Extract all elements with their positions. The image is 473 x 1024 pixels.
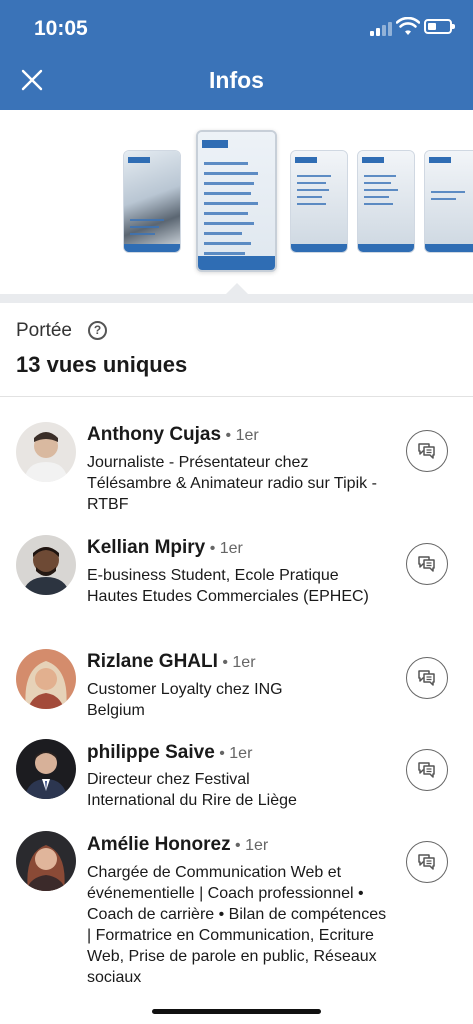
- viewer-name[interactable]: Anthony Cujas: [87, 424, 221, 445]
- viewer-row[interactable]: Rizlane GHALI • 1er Customer Loyalty che…: [0, 647, 473, 727]
- story-thumbnails-strip[interactable]: [0, 110, 473, 294]
- viewer-row[interactable]: Kellian Mpiry • 1er E-business Student, …: [0, 533, 473, 633]
- viewer-row[interactable]: Anthony Cujas • 1er Journaliste - Présen…: [0, 420, 473, 520]
- viewer-headline: Chargée de Communication Web et événemen…: [87, 864, 387, 986]
- avatar[interactable]: [16, 739, 76, 799]
- story-thumbnail-2-selected[interactable]: [196, 130, 277, 272]
- section-separator: [0, 294, 473, 303]
- message-button[interactable]: [406, 430, 448, 472]
- message-icon: [418, 443, 435, 459]
- viewer-headline: Journaliste - Présentateur chez Télésamb…: [87, 454, 377, 513]
- divider: [0, 396, 473, 397]
- message-button[interactable]: [406, 657, 448, 699]
- message-button[interactable]: [406, 841, 448, 883]
- viewer-headline: Directeur chez Festival International du…: [87, 771, 297, 809]
- avatar[interactable]: [16, 535, 76, 595]
- connection-degree: • 1er: [217, 654, 256, 671]
- viewer-name[interactable]: Kellian Mpiry: [87, 537, 205, 558]
- viewer-name-line: Rizlane GHALI • 1er: [87, 651, 256, 673]
- home-indicator[interactable]: [152, 1009, 321, 1014]
- battery-icon: [424, 19, 455, 34]
- viewer-name[interactable]: Amélie Honorez: [87, 834, 231, 855]
- connection-degree: • 1er: [205, 540, 243, 557]
- avatar[interactable]: [16, 422, 76, 482]
- connection-degree: • 1er: [221, 427, 259, 444]
- cellular-signal-icon: [370, 22, 392, 36]
- connection-degree: • 1er: [214, 745, 253, 762]
- help-icon[interactable]: ?: [88, 321, 107, 340]
- selected-story-pointer: [226, 283, 248, 294]
- unique-views-count: 13 vues uniques: [16, 352, 188, 377]
- message-button[interactable]: [406, 749, 448, 791]
- reach-label: Portée: [16, 320, 72, 341]
- message-icon: [418, 670, 435, 686]
- status-bar: 10:05: [0, 0, 473, 56]
- story-thumbnail-5[interactable]: [424, 150, 473, 253]
- viewer-name[interactable]: philippe Saive: [87, 742, 215, 763]
- viewer-name-line: Amélie Honorez • 1er: [87, 834, 268, 856]
- story-thumbnail-3[interactable]: [290, 150, 348, 253]
- message-icon: [418, 854, 435, 870]
- viewer-name-line: Anthony Cujas • 1er: [87, 424, 259, 446]
- page-title: Infos: [209, 67, 264, 93]
- viewer-headline: E-business Student, Ecole Pratique Haute…: [87, 567, 369, 605]
- wifi-icon: [396, 17, 420, 35]
- avatar[interactable]: [16, 831, 76, 891]
- avatar[interactable]: [16, 649, 76, 709]
- connection-degree: • 1er: [230, 837, 269, 854]
- story-thumbnail-1[interactable]: [123, 150, 181, 253]
- message-button[interactable]: [406, 543, 448, 585]
- story-thumbnail-4[interactable]: [357, 150, 415, 253]
- viewer-row[interactable]: Amélie Honorez • 1er Chargée de Communic…: [0, 831, 473, 1011]
- viewer-name[interactable]: Rizlane GHALI: [87, 651, 218, 672]
- viewer-name-line: philippe Saive • 1er: [87, 742, 252, 764]
- message-icon: [418, 556, 435, 572]
- viewer-headline: Customer Loyalty chez ING Belgium: [87, 681, 283, 719]
- header-bar: 10:05 Infos: [0, 0, 473, 110]
- viewer-row[interactable]: philippe Saive • 1er Directeur chez Fest…: [0, 739, 473, 819]
- status-time: 10:05: [34, 17, 88, 40]
- message-icon: [418, 762, 435, 778]
- viewer-name-line: Kellian Mpiry • 1er: [87, 537, 243, 559]
